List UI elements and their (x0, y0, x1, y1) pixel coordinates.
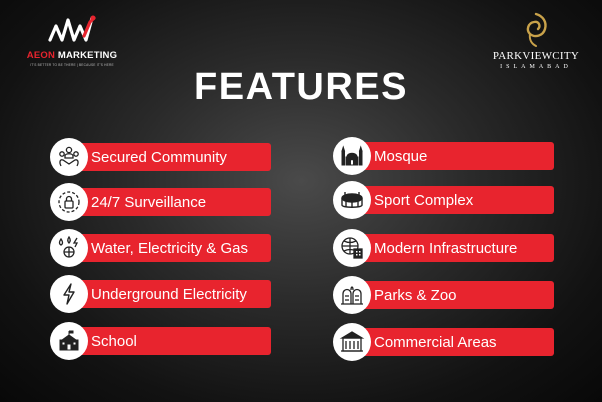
feature-label: Sport Complex (350, 186, 554, 214)
page-title: FEATURES (194, 66, 408, 108)
infrastructure-icon (333, 229, 371, 267)
aeon-logo-text: AEON MARKETING (26, 50, 118, 61)
school-icon (50, 322, 88, 360)
feature-item-parks-zoo: Parks & Zoo (333, 276, 554, 314)
feature-label: Mosque (350, 142, 554, 170)
commercial-icon (333, 323, 371, 361)
feature-item-underground-electricity: Underground Electricity (50, 275, 271, 313)
feature-item-mosque: Mosque (333, 137, 554, 175)
community-icon (50, 138, 88, 176)
feature-label: 24/7 Surveillance (67, 188, 271, 216)
stadium-icon (333, 181, 371, 219)
utilities-icon (50, 229, 88, 267)
park-view-emblem-icon (526, 12, 547, 47)
feature-label: Water, Electricity & Gas (67, 234, 271, 262)
lightning-icon (50, 275, 88, 313)
mosque-icon (333, 137, 371, 175)
feature-label: Secured Community (67, 143, 271, 171)
aeon-marketing-logo: AEON MARKETING IT'S BETTER TO BE THERE |… (22, 10, 122, 70)
feature-item-modern-infrastructure: Modern Infrastructure (333, 229, 554, 267)
feature-label: Underground Electricity (67, 280, 271, 308)
feature-item-secured-community: Secured Community (50, 138, 271, 176)
feature-label: Commercial Areas (350, 328, 554, 356)
feature-item-commercial-areas: Commercial Areas (333, 323, 554, 361)
surveillance-icon (50, 183, 88, 221)
park-view-logo-text: PARKVIEWCITY (492, 50, 580, 62)
aeon-wave-icon (48, 15, 96, 42)
feature-item-surveillance: 24/7 Surveillance (50, 183, 271, 221)
park-icon (333, 276, 371, 314)
park-view-city-logo: PARKVIEWCITY ISLAMABAD (488, 10, 584, 70)
feature-item-sport-complex: Sport Complex (333, 181, 554, 219)
feature-item-utilities: Water, Electricity & Gas (50, 229, 271, 267)
feature-item-school: School (50, 322, 271, 360)
feature-label: Parks & Zoo (350, 281, 554, 309)
feature-label: Modern Infrastructure (350, 234, 554, 262)
feature-label: School (67, 327, 271, 355)
